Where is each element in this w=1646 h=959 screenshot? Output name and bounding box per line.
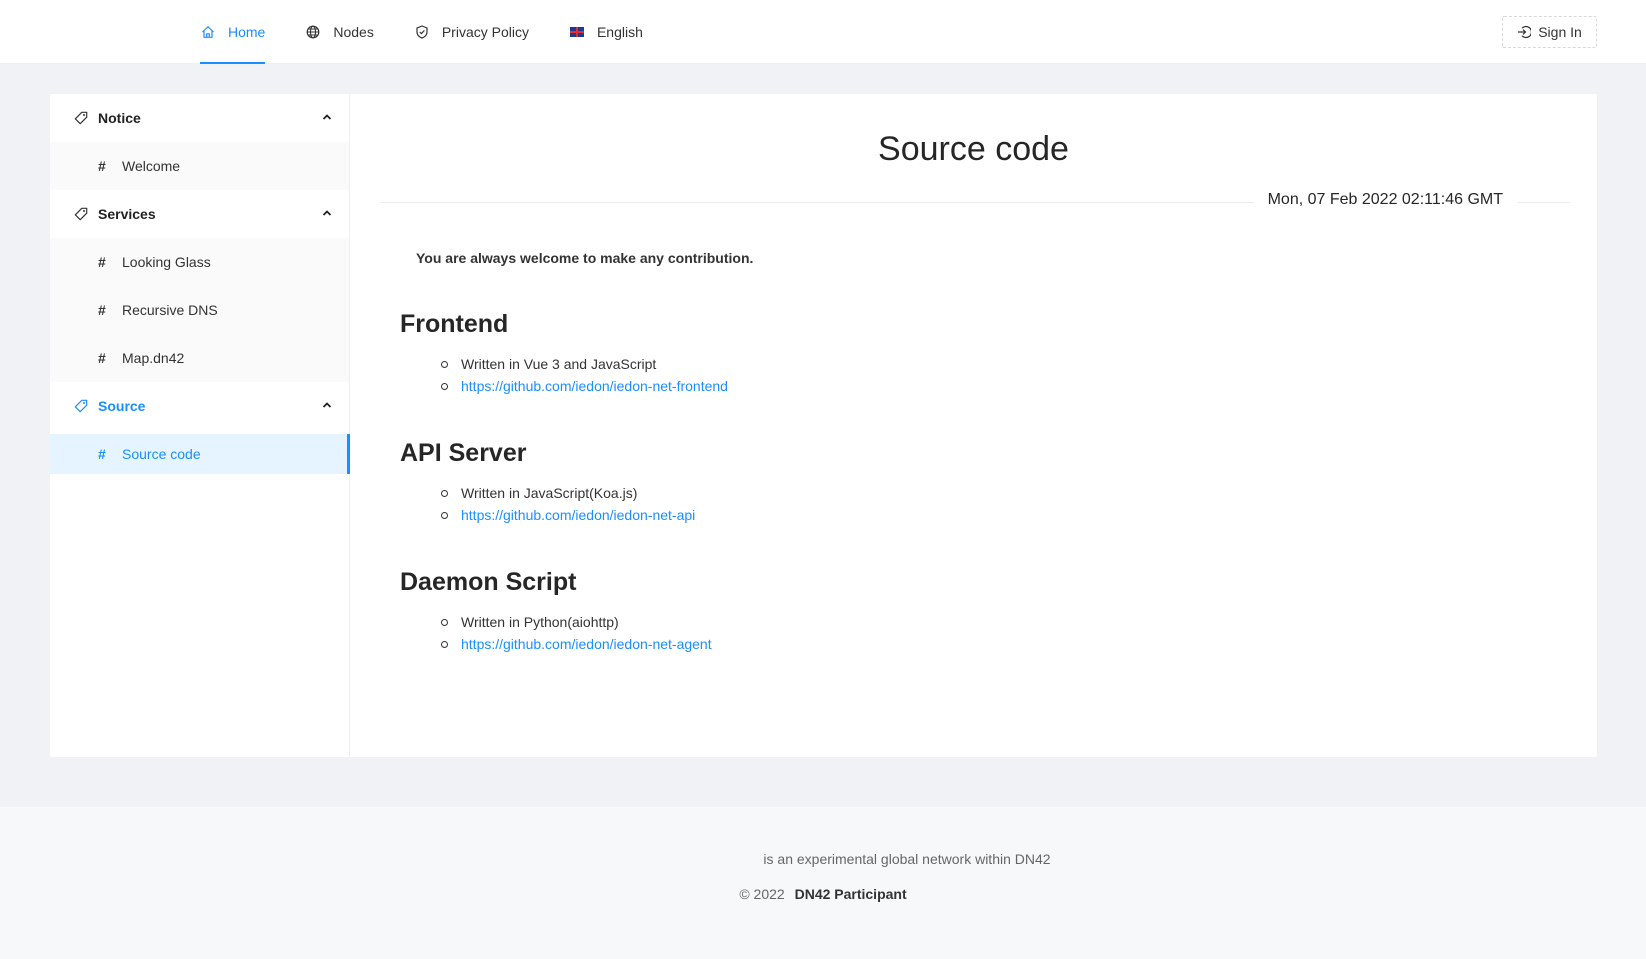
sidebar-item-label: Welcome — [122, 158, 181, 174]
tag-icon — [74, 207, 88, 221]
sidebar-submenu-source: # Source code — [50, 430, 350, 474]
section-list: Written in JavaScript(Koa.js) https://gi… — [400, 482, 695, 526]
shield-icon — [414, 24, 430, 40]
nav-nodes-label: Nodes — [333, 24, 374, 40]
uk-flag-icon — [569, 24, 585, 40]
copyright-owner: DN42 Participant — [794, 886, 907, 902]
sidebar-menu: Notice # Welcome Services # Looking Glas… — [50, 94, 350, 757]
sidebar-group-services[interactable]: Services — [50, 190, 349, 238]
page-footer: is an experimental global network within… — [0, 807, 1646, 959]
sidebar-item-label: Recursive DNS — [122, 302, 218, 318]
hash-icon: # — [98, 158, 106, 174]
nav-nodes[interactable]: Nodes — [305, 0, 374, 64]
login-icon — [1517, 25, 1532, 39]
sidebar-item-source-code[interactable]: # Source code — [50, 434, 350, 474]
sidebar-item-label: Map.dn42 — [122, 350, 185, 366]
section-heading: API Server — [400, 439, 527, 467]
sidebar-submenu-services: # Looking Glass # Recursive DNS # Map.dn… — [50, 238, 349, 382]
list-item: https://github.com/iedon/iedon-net-agent — [441, 633, 712, 655]
chevron-up-icon — [321, 207, 333, 219]
section-list: Written in Python(aiohttp) https://githu… — [400, 611, 712, 655]
frontend-repo-link[interactable]: https://github.com/iedon/iedon-net-front… — [461, 378, 728, 394]
hash-icon: # — [98, 254, 106, 270]
nav-privacy-policy[interactable]: Privacy Policy — [414, 0, 529, 64]
sidebar-item-map-dn42[interactable]: # Map.dn42 — [50, 334, 349, 382]
list-item: Written in JavaScript(Koa.js) — [441, 482, 695, 504]
list-item: https://github.com/iedon/iedon-net-api — [441, 504, 695, 526]
sidebar-item-welcome[interactable]: # Welcome — [50, 142, 349, 190]
chevron-up-icon — [321, 111, 333, 123]
tag-icon — [74, 111, 88, 125]
copyright-year: © 2022 — [739, 886, 785, 902]
sign-in-label: Sign In — [1538, 24, 1582, 40]
main-card: Notice # Welcome Services # Looking Glas… — [50, 94, 1597, 757]
sign-in-button[interactable]: Sign In — [1502, 16, 1597, 48]
section-daemon-script: Daemon Script Written in Python(aiohttp)… — [400, 568, 712, 655]
list-item: Written in Vue 3 and JavaScript — [441, 353, 728, 375]
chevron-up-icon — [321, 399, 333, 411]
page-title: Source code — [878, 130, 1069, 168]
sidebar-group-label: Notice — [98, 110, 141, 126]
section-list: Written in Vue 3 and JavaScript https://… — [400, 353, 728, 397]
list-item: Written in Python(aiohttp) — [441, 611, 712, 633]
tag-icon — [74, 399, 88, 413]
sidebar-item-looking-glass[interactable]: # Looking Glass — [50, 238, 349, 286]
section-frontend: Frontend Written in Vue 3 and JavaScript… — [400, 310, 728, 397]
sidebar-item-recursive-dns[interactable]: # Recursive DNS — [50, 286, 349, 334]
nav-language-label: English — [596, 24, 643, 40]
footer-copyright: © 2022 DN42 Participant — [0, 886, 1646, 902]
section-heading: Daemon Script — [400, 568, 577, 596]
nav-privacy-label: Privacy Policy — [441, 24, 529, 40]
hash-icon: # — [98, 446, 106, 462]
sidebar-group-label: Source — [98, 398, 146, 414]
section-api-server: API Server Written in JavaScript(Koa.js)… — [400, 439, 695, 526]
sidebar-group-source[interactable]: Source — [50, 382, 349, 430]
top-navbar: Home Nodes Privacy Policy English Sign I… — [0, 0, 1646, 64]
list-item: https://github.com/iedon/iedon-net-front… — [441, 375, 728, 397]
agent-repo-link[interactable]: https://github.com/iedon/iedon-net-agent — [461, 636, 712, 652]
sidebar-item-label: Source code — [122, 446, 201, 462]
main-nav: Home Nodes Privacy Policy English — [200, 0, 683, 64]
sidebar-group-notice[interactable]: Notice — [50, 94, 349, 142]
intro-text: You are always welcome to make any contr… — [416, 250, 754, 266]
home-icon — [200, 24, 216, 40]
api-repo-link[interactable]: https://github.com/iedon/iedon-net-api — [461, 507, 695, 523]
nav-home-label: Home — [228, 24, 266, 40]
hash-icon: # — [98, 302, 106, 318]
globe-icon — [305, 24, 321, 40]
publish-date: Mon, 07 Feb 2022 02:11:46 GMT — [1253, 191, 1517, 209]
footer-tagline: is an experimental global network within… — [763, 851, 1051, 867]
section-heading: Frontend — [400, 310, 509, 338]
nav-language[interactable]: English — [569, 0, 643, 64]
sidebar-group-label: Services — [98, 206, 156, 222]
sidebar-submenu-notice: # Welcome — [50, 142, 349, 190]
hash-icon: # — [98, 350, 106, 366]
article-content: Source code Mon, 07 Feb 2022 02:11:46 GM… — [350, 94, 1597, 757]
nav-home[interactable]: Home — [200, 0, 266, 64]
sidebar-item-label: Looking Glass — [122, 254, 211, 270]
